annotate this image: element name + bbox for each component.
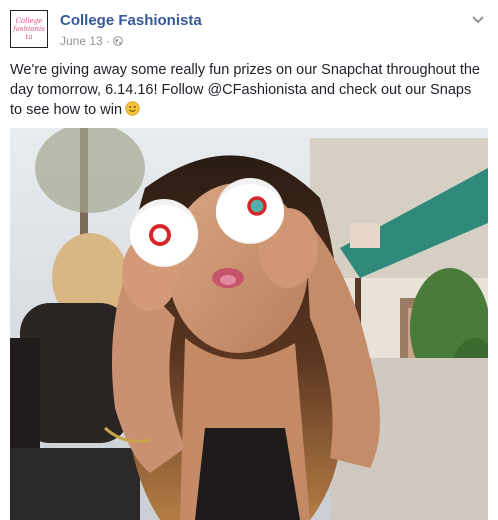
post-photo[interactable] (10, 128, 488, 520)
post-meta: June 13 · (60, 34, 123, 48)
post-message-text: We're giving away some really fun prizes… (10, 62, 480, 118)
slightly-smiling-face-icon (125, 101, 140, 116)
photo-illustration (10, 128, 488, 520)
post-date-link[interactable]: June 13 (60, 34, 103, 48)
avatar[interactable]: College fashionista (10, 10, 48, 48)
page-name-link[interactable]: College Fashionista (60, 12, 202, 29)
avatar-logo-text: College fashionista (13, 17, 45, 41)
post-header: College fashionista College Fashionista … (10, 10, 488, 50)
globe-icon[interactable] (112, 36, 123, 46)
facebook-post: College fashionista College Fashionista … (0, 0, 498, 520)
post-message: We're giving away some really fun prizes… (10, 60, 480, 120)
chevron-down-icon[interactable] (472, 16, 484, 24)
meta-separator: · (105, 34, 110, 48)
